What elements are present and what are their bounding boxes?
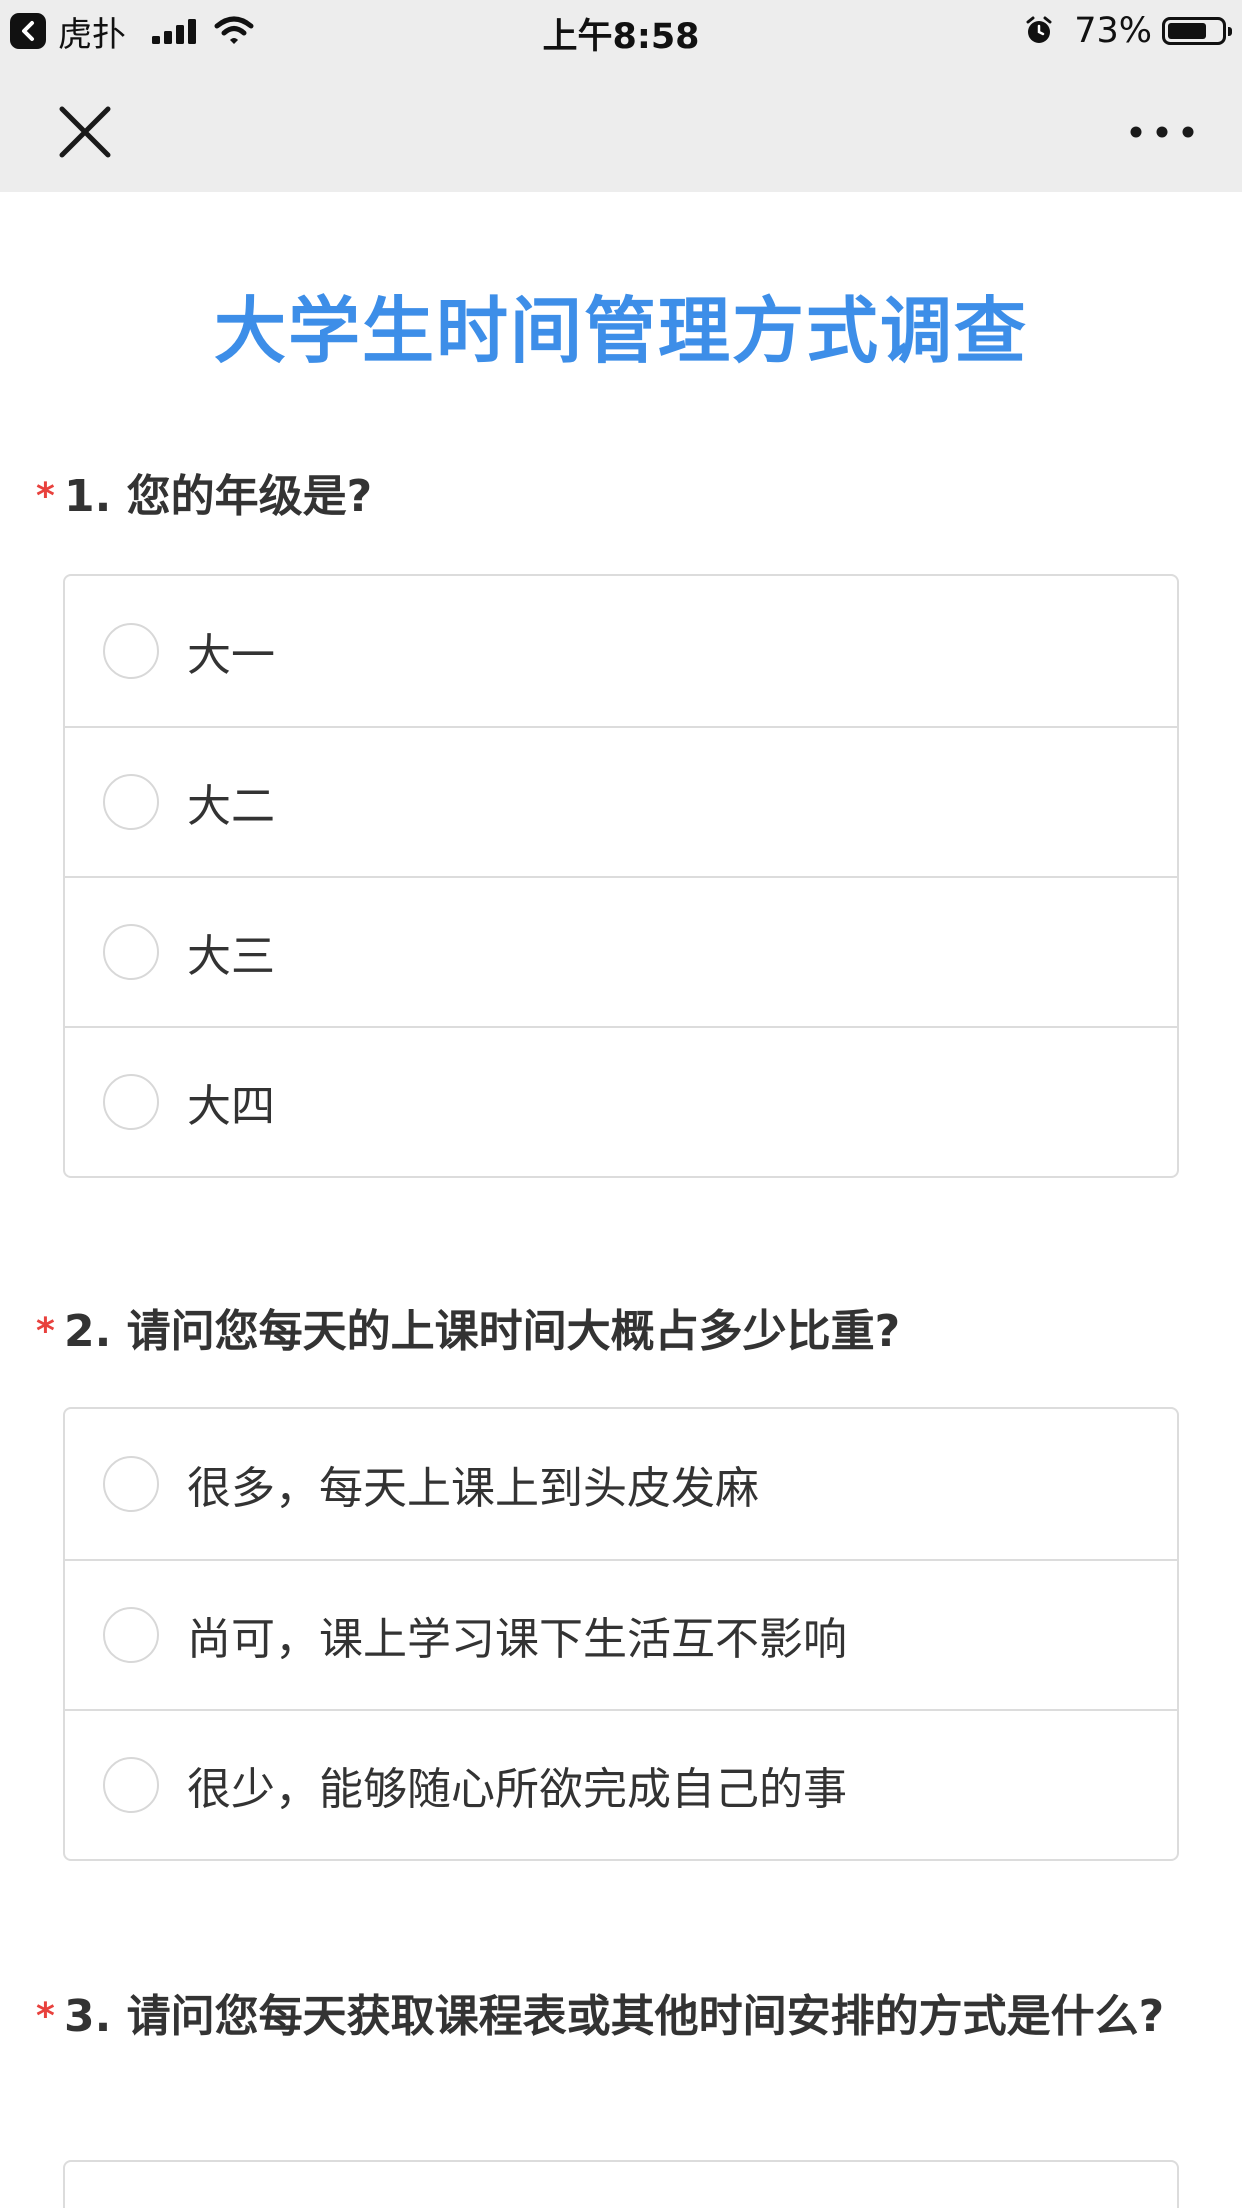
question-3-text: 3. 请问您每天获取课程表或其他时间安排的方式是什么?	[64, 1991, 1165, 2042]
option-q2-3[interactable]: 很少，能够随心所欲完成自己的事	[65, 1709, 1177, 1859]
option-q1-4[interactable]: 大四	[65, 1026, 1177, 1176]
question-3-title: * 3. 请问您每天获取课程表或其他时间安排的方式是什么?	[36, 1982, 1186, 2052]
required-mark: *	[36, 476, 55, 517]
option-q1-3[interactable]: 大三	[65, 876, 1177, 1026]
option-label: 大一	[187, 630, 275, 681]
required-mark: *	[36, 1311, 55, 1352]
option-q1-2[interactable]: 大二	[65, 726, 1177, 876]
more-options-button[interactable]	[1122, 97, 1202, 167]
battery-nub	[1228, 27, 1232, 36]
option-q2-1[interactable]: 很多，每天上课上到头皮发麻	[65, 1409, 1177, 1559]
more-icon	[1130, 126, 1194, 138]
question-1-text: 1. 您的年级是?	[64, 471, 373, 522]
close-icon	[59, 106, 111, 158]
required-mark: *	[36, 1996, 55, 2037]
question-2-title: * 2. 请问您每天的上课时间大概占多少比重?	[36, 1297, 1186, 1367]
option-label: 大四	[187, 1081, 275, 1132]
navigation-bar	[0, 62, 1242, 192]
question-2-options: 很多，每天上课上到头皮发麻 尚可，课上学习课下生活互不影响 很少，能够随心所欲完…	[63, 1407, 1179, 1861]
radio-button[interactable]	[103, 1607, 159, 1663]
status-right: 73%	[1024, 10, 1232, 52]
radio-button[interactable]	[103, 1456, 159, 1512]
option-label: 很少，能够随心所欲完成自己的事	[187, 1764, 847, 1815]
question-1-options: 大一 大二 大三 大四	[63, 574, 1179, 1178]
option-label: 尚可，课上学习课下生活互不影响	[187, 1614, 847, 1665]
question-2-text: 2. 请问您每天的上课时间大概占多少比重?	[64, 1306, 901, 1357]
radio-button[interactable]	[103, 924, 159, 980]
option-label: 很多，每天上课上到头皮发麻	[187, 1463, 759, 1514]
question-1-title: * 1. 您的年级是?	[36, 462, 1186, 532]
close-button[interactable]	[50, 97, 120, 167]
radio-button[interactable]	[103, 774, 159, 830]
alarm-icon	[1026, 16, 1052, 43]
battery-percentage: 73%	[1074, 11, 1152, 51]
battery-level-fill	[1168, 23, 1206, 39]
question-3-options	[63, 2160, 1179, 2208]
status-bar: 虎扑 上午8:58 73%	[0, 0, 1242, 62]
option-q3-1[interactable]	[65, 2162, 1177, 2208]
battery-icon	[1162, 17, 1232, 45]
survey-content[interactable]: 大学生时间管理方式调查 * 1. 您的年级是? 大一 大二 大三 大四 * 2.…	[0, 192, 1242, 2208]
option-q1-1[interactable]: 大一	[65, 576, 1177, 726]
radio-button[interactable]	[103, 1757, 159, 1813]
radio-button[interactable]	[103, 623, 159, 679]
option-q2-2[interactable]: 尚可，课上学习课下生活互不影响	[65, 1559, 1177, 1709]
option-label: 大二	[187, 781, 275, 832]
survey-title: 大学生时间管理方式调查	[213, 289, 1028, 373]
radio-button[interactable]	[103, 1074, 159, 1130]
option-label: 大三	[187, 931, 275, 982]
